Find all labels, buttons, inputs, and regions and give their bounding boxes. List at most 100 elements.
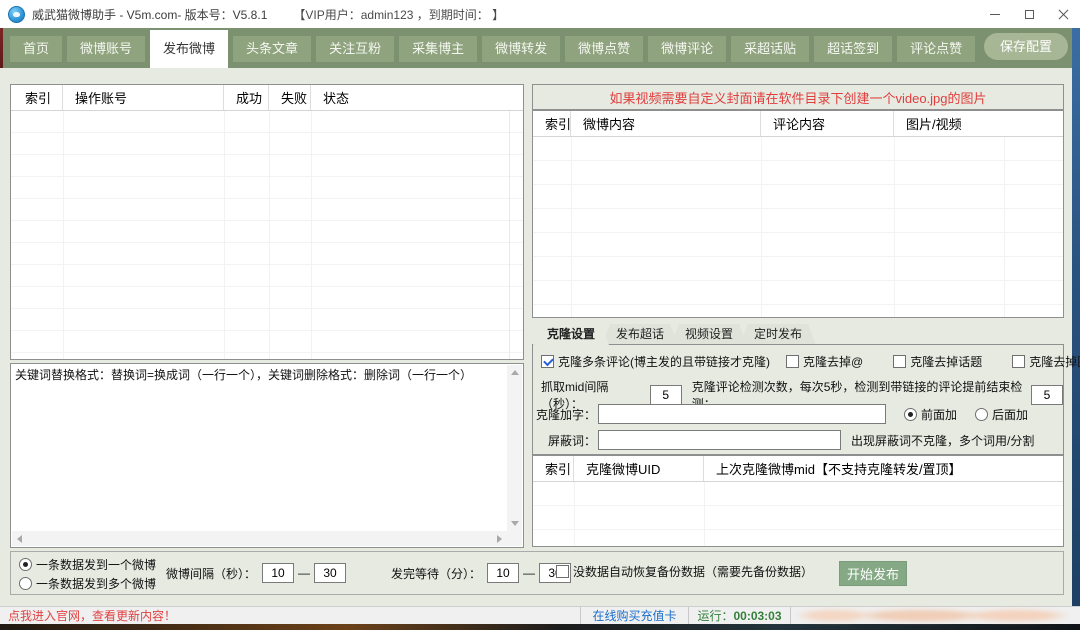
detect-count-input[interactable]	[1031, 385, 1063, 405]
status-bar: 点我进入官网，查看更新内容！ 在线购买充值卡 运行： 00:03:03	[0, 606, 1080, 624]
close-button[interactable]	[1046, 0, 1080, 28]
col-comment-content: 评论内容	[761, 111, 894, 136]
one-data-multi-weibo-option[interactable]: 一条数据发到多个微博	[19, 575, 156, 592]
official-site-link[interactable]: 点我进入官网，查看更新内容！	[0, 607, 580, 624]
account-table-header: 索引 操作账号 成功 失败 状态	[11, 85, 523, 111]
runtime-label: 运行：	[697, 607, 733, 624]
radio-checked-icon[interactable]	[904, 408, 917, 421]
start-publish-button[interactable]: 开始发布	[839, 561, 907, 586]
radio-label: 前面加	[921, 406, 957, 423]
checkbox-label: 克隆多条评论(博主发的且带链接才克隆)	[558, 353, 770, 370]
col-last-mid: 上次克隆微博mid【不支持克隆转发/置顶】	[704, 456, 1063, 481]
tab-repost[interactable]: 微博转发	[482, 36, 560, 62]
checkbox-checked-icon[interactable]	[541, 355, 554, 368]
maximize-icon	[1025, 10, 1034, 19]
col-account: 操作账号	[63, 85, 224, 110]
clone-remove-at-option[interactable]: 克隆去掉@	[786, 353, 863, 370]
tab-clone-settings[interactable]: 克隆设置	[533, 324, 609, 345]
col-status: 状态	[311, 85, 523, 110]
vertical-scrollbar[interactable]	[507, 365, 522, 531]
checkbox-icon[interactable]	[786, 355, 799, 368]
content-table-header: 索引 微博内容 评论内容 图片/视频	[533, 111, 1063, 137]
block-words-input[interactable]	[598, 430, 841, 450]
mid-interval-input[interactable]	[650, 385, 682, 405]
desktop-bleed-bottom	[0, 624, 1080, 630]
interval-min-input[interactable]	[262, 563, 294, 583]
scroll-right-icon[interactable]	[497, 535, 502, 543]
scroll-left-icon[interactable]	[17, 535, 22, 543]
account-table: 索引 操作账号 成功 失败 状态	[10, 84, 524, 360]
weibo-interval-label: 微博间隔（秒）：	[166, 565, 256, 582]
one-data-one-weibo-option[interactable]: 一条数据发到一个微博	[19, 556, 156, 573]
clone-uid-table: 索引 克隆微博UID 上次克隆微博mid【不支持克隆转发/置顶】	[532, 455, 1064, 547]
tab-publish-supertopic[interactable]: 发布超话	[602, 324, 678, 345]
scroll-down-icon[interactable]	[511, 521, 519, 526]
checkbox-icon[interactable]	[1012, 355, 1025, 368]
buy-card-link[interactable]: 在线购买充值卡	[580, 607, 688, 624]
tab-scheduled-publish[interactable]: 定时发布	[740, 324, 816, 345]
clone-addtext-label: 克隆加字：	[533, 406, 596, 423]
tab-follow[interactable]: 关注互粉	[316, 36, 394, 62]
clone-multi-comment-option[interactable]: 克隆多条评论(博主发的且带链接才克隆)	[541, 353, 770, 370]
tab-headline-articles[interactable]: 头条文章	[233, 36, 311, 62]
checkbox-label: 克隆去掉@	[803, 353, 863, 370]
tab-collect-bloggers[interactable]: 采集博主	[399, 36, 477, 62]
tab-home[interactable]: 首页	[10, 36, 62, 62]
main-nav: 首页 微博账号 发布微博 头条文章 关注互粉 采集博主 微博转发 微博点赞 微博…	[0, 28, 1080, 68]
tab-like[interactable]: 微博点赞	[565, 36, 643, 62]
tab-comment-like[interactable]: 评论点赞	[897, 36, 975, 62]
block-words-hint: 出现屏蔽词不克隆，多个词用/分割	[851, 432, 1034, 449]
radio-checked-icon[interactable]	[19, 558, 32, 571]
range-dash: —	[523, 566, 535, 580]
publish-control-panel: 一条数据发到一个微博 一条数据发到多个微博 微博间隔（秒）： — 发完等待（分）…	[10, 551, 1064, 595]
window-title: 威武猫微博助手 - V5m.com- 版本号：V5.8.1	[32, 6, 267, 23]
interval-max-input[interactable]	[314, 563, 346, 583]
tab-supertopic-checkin[interactable]: 超话签到	[814, 36, 892, 62]
col-clone-uid: 克隆微博UID	[574, 456, 704, 481]
radio-icon[interactable]	[975, 408, 988, 421]
tab-publish-weibo[interactable]: 发布微博	[150, 30, 228, 68]
vip-info: 【VIP用户：admin123 ，到期时间： 】	[293, 6, 504, 23]
tab-weibo-accounts[interactable]: 微博账号	[67, 36, 145, 62]
block-words-label: 屏蔽词：	[533, 432, 596, 449]
statusbar-watermark-area	[790, 607, 1080, 624]
tab-comment[interactable]: 微博评论	[648, 36, 726, 62]
add-back-option[interactable]: 后面加	[975, 406, 1028, 423]
tab-collect-supertopic[interactable]: 采超话贴	[731, 36, 809, 62]
keyword-hint-text: 关键词替换格式：替换词=换成词（一行一个），关键词删除格式：删除词（一行一个）	[15, 367, 503, 384]
minimize-button[interactable]	[978, 0, 1012, 28]
horizontal-scrollbar[interactable]	[12, 531, 507, 546]
clone-table-body[interactable]	[533, 482, 1063, 546]
scroll-up-icon[interactable]	[511, 370, 519, 375]
checkbox-icon[interactable]	[893, 355, 906, 368]
auto-restore-option[interactable]: 没数据自动恢复备份数据（需要先备份数据）	[556, 563, 813, 580]
desktop-bleed-left	[0, 28, 3, 68]
app-icon	[8, 6, 25, 23]
col-index: 索引	[11, 85, 63, 110]
checkbox-icon[interactable]	[556, 565, 569, 578]
tab-video-settings[interactable]: 视频设置	[671, 324, 747, 345]
col-success: 成功	[224, 85, 269, 110]
col-index: 索引	[533, 111, 571, 136]
maximize-button[interactable]	[1012, 0, 1046, 28]
runtime-value: 00:03:03	[733, 609, 781, 623]
col-weibo-content: 微博内容	[571, 111, 761, 136]
add-front-option[interactable]: 前面加	[904, 406, 957, 423]
clone-addtext-input[interactable]	[598, 404, 886, 424]
col-media: 图片/视频	[894, 111, 1063, 136]
range-dash: —	[298, 566, 310, 580]
keyword-replace-box[interactable]: 关键词替换格式：替换词=换成词（一行一个），关键词删除格式：删除词（一行一个）	[10, 363, 524, 548]
clone-table-header: 索引 克隆微博UID 上次克隆微博mid【不支持克隆转发/置顶】	[533, 456, 1063, 482]
scrollbar-corner	[507, 531, 522, 546]
clone-remove-topic-option[interactable]: 克隆去掉话题	[893, 353, 982, 370]
account-table-body[interactable]	[11, 111, 523, 359]
wait-min-input[interactable]	[487, 563, 519, 583]
clone-settings-panel: 克隆多条评论(博主发的且带链接才克隆) 克隆去掉@ 克隆去掉话题 克隆去掉图片 …	[532, 344, 1064, 455]
clone-remove-image-option[interactable]: 克隆去掉图片	[1012, 353, 1080, 370]
close-icon	[1058, 9, 1069, 20]
checkbox-label: 没数据自动恢复备份数据（需要先备份数据）	[573, 563, 813, 580]
checkbox-label: 克隆去掉话题	[910, 353, 982, 370]
save-config-button[interactable]: 保存配置	[984, 33, 1068, 60]
content-table-body[interactable]	[533, 137, 1063, 317]
radio-icon[interactable]	[19, 577, 32, 590]
